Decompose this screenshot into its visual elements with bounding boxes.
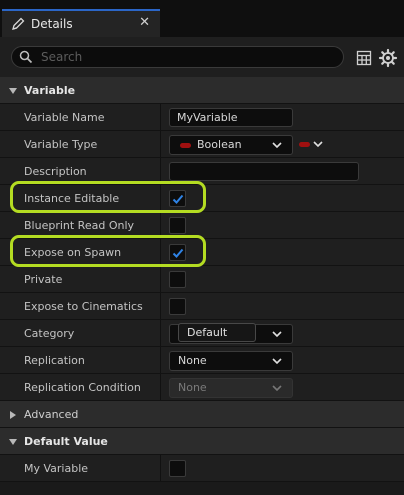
blueprint-read-only-checkbox[interactable] xyxy=(169,217,186,234)
instance-editable-checkbox[interactable] xyxy=(169,190,186,207)
variable-name-field[interactable]: MyVariable xyxy=(169,108,293,127)
property-row-my-variable: My Variable xyxy=(0,455,404,482)
search-icon xyxy=(19,50,33,64)
chevron-down-icon xyxy=(272,142,282,149)
table-view-icon[interactable] xyxy=(356,50,372,66)
collapsed-arrow-icon xyxy=(10,411,16,419)
checkmark-icon xyxy=(172,194,184,204)
column-divider xyxy=(160,185,161,211)
tab-title: Details xyxy=(31,17,73,31)
search-row xyxy=(0,37,404,77)
property-label: Private xyxy=(24,273,63,286)
column-divider xyxy=(160,374,161,400)
section-default-value[interactable]: Default Value xyxy=(0,428,404,455)
chevron-down-icon xyxy=(313,141,323,148)
section-variable[interactable]: Variable xyxy=(0,77,404,104)
replication-condition-value: None xyxy=(178,381,207,394)
property-label: Variable Type xyxy=(24,138,98,151)
chevron-down-icon xyxy=(272,331,282,338)
private-checkbox[interactable] xyxy=(169,271,186,288)
property-row-expose-to-cinematics: Expose to Cinematics xyxy=(0,293,404,320)
property-label: Expose to Cinematics xyxy=(24,300,143,313)
property-row-instance-editable: Instance Editable xyxy=(0,185,404,212)
close-icon[interactable]: ✕ xyxy=(139,15,150,30)
property-label: Category xyxy=(24,327,75,340)
expose-to-cinematics-checkbox[interactable] xyxy=(169,298,186,315)
column-divider xyxy=(160,158,161,184)
section-label: Variable xyxy=(24,84,76,97)
type-color-pill xyxy=(180,142,191,148)
chevron-down-icon xyxy=(272,385,282,392)
single-pin-icon xyxy=(299,141,310,147)
property-label: Expose on Spawn xyxy=(24,246,122,259)
property-label: Variable Name xyxy=(24,111,105,124)
details-tab[interactable]: Details ✕ xyxy=(2,9,160,37)
details-panel: Details ✕ Search Variable Variable Name … xyxy=(0,0,404,495)
column-divider xyxy=(160,212,161,238)
expanded-arrow-icon xyxy=(9,88,17,94)
expanded-arrow-icon xyxy=(9,439,17,445)
property-label: Instance Editable xyxy=(24,192,120,205)
property-row-blueprint-read-only: Blueprint Read Only xyxy=(0,212,404,239)
my-variable-checkbox[interactable] xyxy=(169,460,186,477)
property-row-replication: Replication None xyxy=(0,347,404,374)
column-divider xyxy=(160,293,161,319)
section-label: Default Value xyxy=(24,435,108,448)
replication-value: None xyxy=(178,354,207,367)
property-row-private: Private xyxy=(0,266,404,293)
property-row-description: Description xyxy=(0,158,404,185)
variable-type-dropdown[interactable]: Boolean xyxy=(169,135,293,155)
tab-strip: Details ✕ xyxy=(0,0,404,37)
property-label: Blueprint Read Only xyxy=(24,219,135,232)
expose-on-spawn-checkbox[interactable] xyxy=(169,244,186,261)
property-label: Description xyxy=(24,165,87,178)
search-input[interactable] xyxy=(41,50,331,64)
column-divider xyxy=(160,320,161,346)
search-box[interactable] xyxy=(11,46,344,68)
replication-dropdown[interactable]: None xyxy=(169,351,293,371)
description-field[interactable] xyxy=(169,162,359,181)
section-advanced[interactable]: Advanced xyxy=(0,401,404,428)
section-label: Advanced xyxy=(24,408,79,421)
category-input[interactable]: Default xyxy=(178,323,256,342)
pencil-icon xyxy=(12,17,25,30)
column-divider xyxy=(160,131,161,157)
property-label: Replication xyxy=(24,354,85,367)
column-divider xyxy=(160,347,161,373)
property-label: Replication Condition xyxy=(24,381,141,394)
chevron-down-icon xyxy=(272,358,282,365)
column-divider xyxy=(160,239,161,265)
property-row-replication-condition: Replication Condition None xyxy=(0,374,404,401)
column-divider xyxy=(160,266,161,292)
property-label: My Variable xyxy=(24,462,89,475)
replication-condition-dropdown: None xyxy=(169,378,293,398)
variable-type-value: Boolean xyxy=(197,138,242,151)
gear-icon[interactable] xyxy=(378,48,398,68)
column-divider xyxy=(160,455,161,481)
container-type-dropdown[interactable] xyxy=(299,140,323,148)
property-row-expose-on-spawn: Expose on Spawn xyxy=(0,239,404,266)
property-row-variable-name: Variable Name MyVariable xyxy=(0,104,404,131)
checkmark-icon xyxy=(172,248,184,258)
column-divider xyxy=(160,104,161,130)
property-row-variable-type: Variable Type Boolean xyxy=(0,131,404,158)
property-list: Variable Variable Name MyVariable Variab… xyxy=(0,77,404,482)
property-row-category: Category Default xyxy=(0,320,404,347)
